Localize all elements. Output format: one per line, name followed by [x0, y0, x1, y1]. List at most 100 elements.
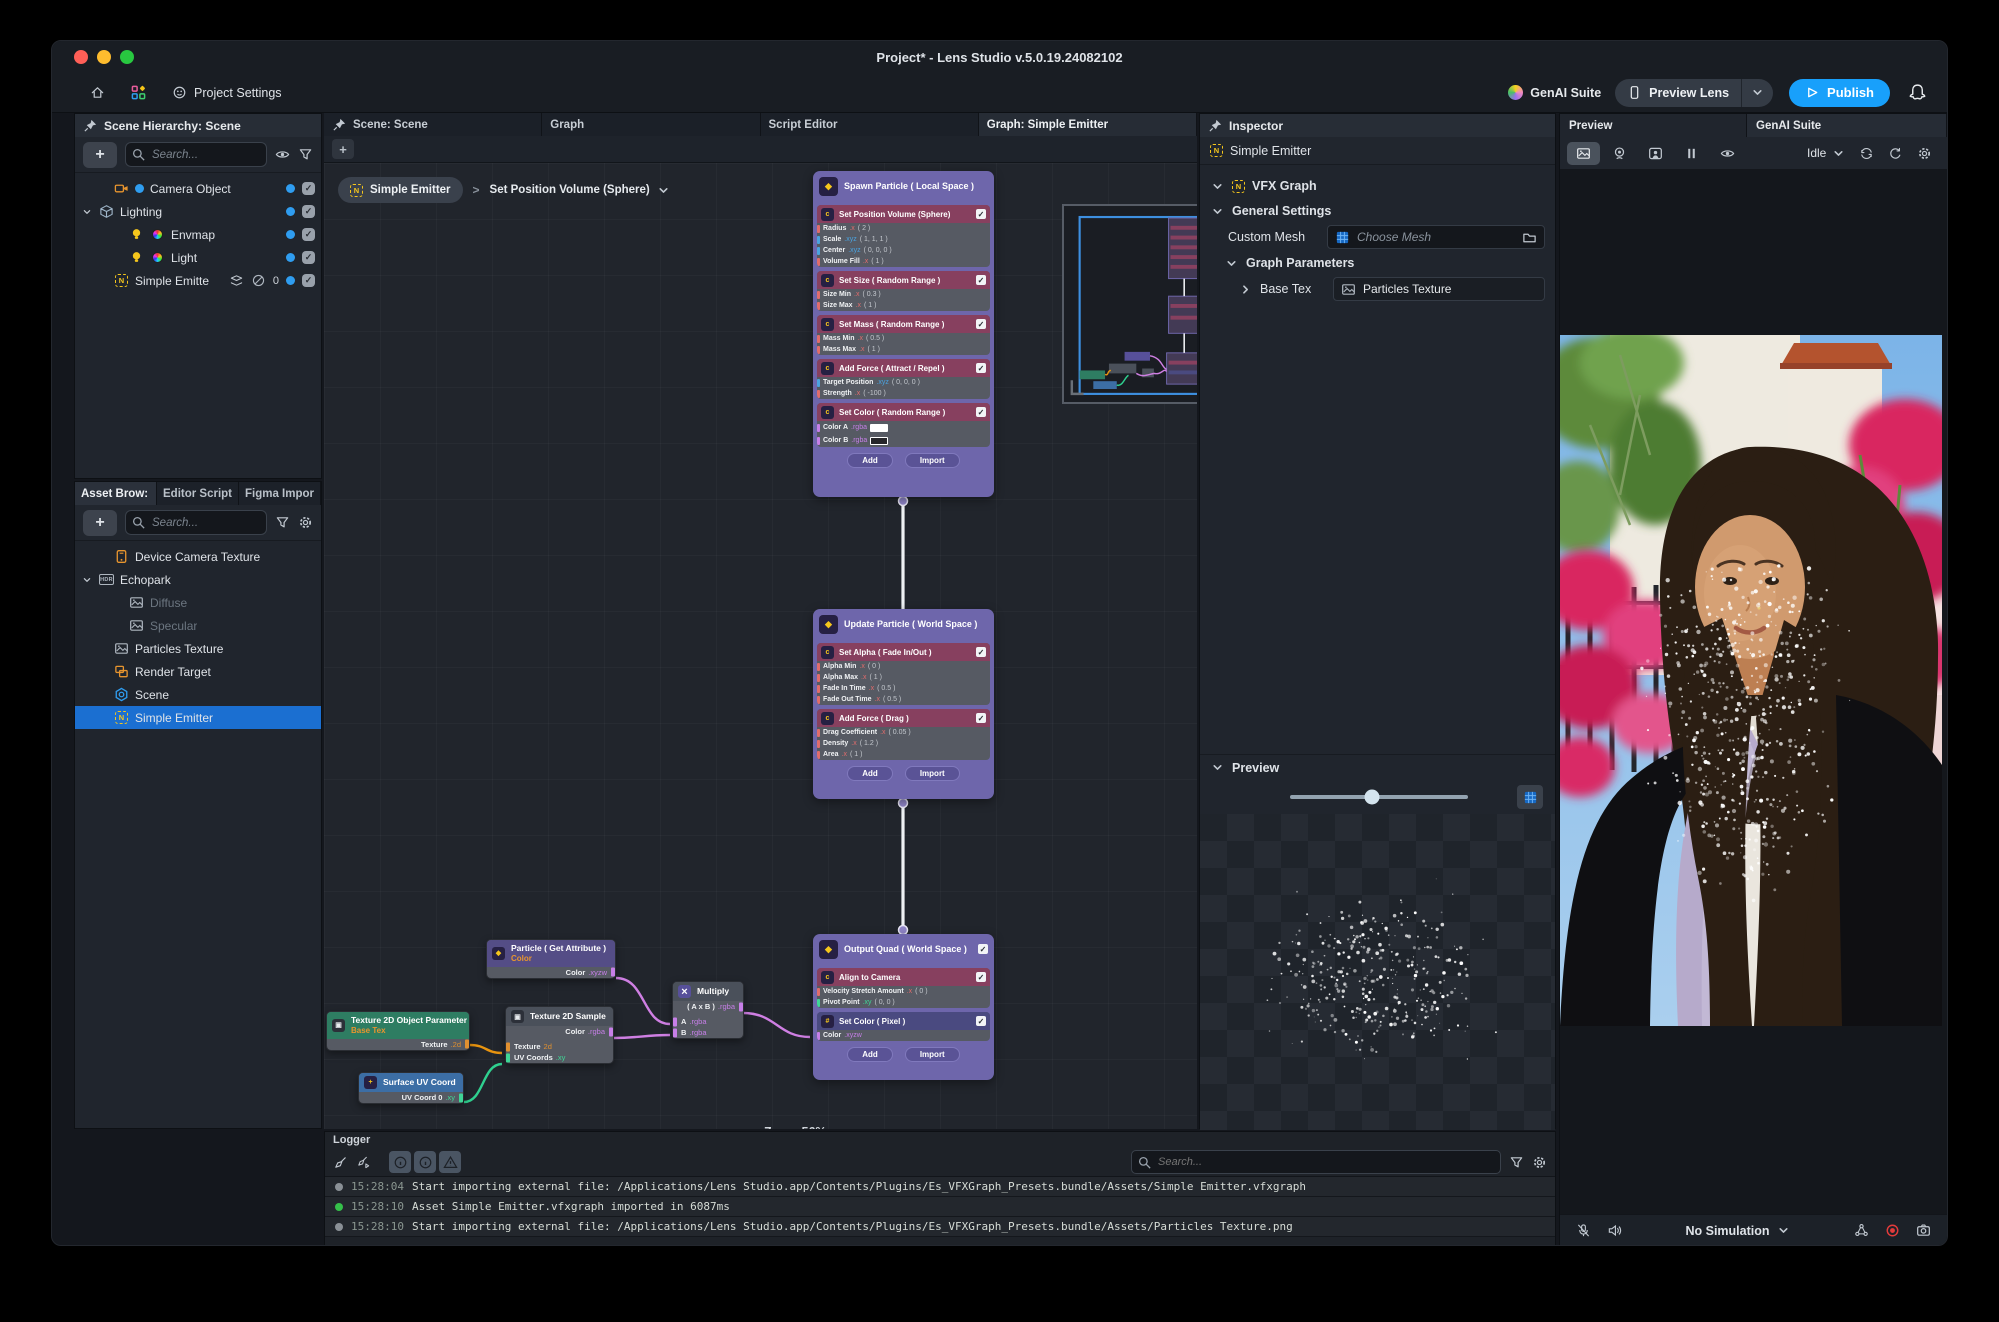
settings-gear-icon[interactable] [1532, 1155, 1547, 1170]
color-swatch[interactable] [870, 424, 888, 432]
settings-gear-icon[interactable] [298, 515, 313, 530]
port-row-texture[interactable]: Texture.2d [327, 1039, 469, 1050]
port-rgba[interactable] [609, 1027, 613, 1036]
enabled-checkbox[interactable]: ✓ [976, 972, 986, 982]
error-filter-button[interactable] [414, 1151, 436, 1173]
module-header[interactable]: cSet Mass ( Random Range )✓ [817, 315, 990, 333]
port-rgba[interactable] [817, 424, 820, 432]
speaker-icon[interactable] [1607, 1223, 1622, 1238]
person-mode-button[interactable] [1639, 142, 1672, 165]
node-row-velocity-stretch-amount[interactable]: Velocity Stretch Amount.x( 0 ) [817, 986, 990, 997]
visibility-toggle[interactable] [286, 230, 295, 239]
port-update-out[interactable] [899, 799, 908, 808]
chevron-down-icon[interactable] [81, 574, 93, 586]
hierarchy-item-lighting[interactable]: Lighting✓ [75, 200, 321, 223]
slider-knob[interactable] [1364, 790, 1379, 805]
clear-on-run-icon[interactable] [356, 1155, 371, 1170]
preview-scrub-slider[interactable] [1290, 795, 1468, 799]
info-filter-button[interactable] [389, 1151, 411, 1173]
module-header[interactable]: cSet Alpha ( Fade In/Out )✓ [817, 643, 990, 661]
home-button[interactable] [84, 81, 111, 104]
tab-figma-impor[interactable]: Figma Impor [239, 482, 321, 505]
port-xy[interactable] [817, 999, 820, 1007]
port-rgba[interactable] [817, 437, 820, 445]
tab-script-editor[interactable]: Script Editor [761, 113, 979, 136]
node-row-color[interactable]: Color.xyzw [817, 1030, 990, 1041]
tab-graph-simple-emitter[interactable]: Graph: Simple Emitter [979, 113, 1197, 136]
hierarchy-search[interactable] [125, 142, 267, 167]
workspace-layout-button[interactable] [125, 81, 152, 104]
import-button[interactable]: Import [905, 766, 960, 781]
log-entry[interactable]: 15:28:10Asset Simple Emitter.vfxgraph im… [325, 1197, 1555, 1217]
tab-asset-brow[interactable]: Asset Brow: [75, 482, 157, 505]
tab-preview[interactable]: Preview [1560, 114, 1747, 137]
node-row-alpha-max[interactable]: Alpha Max.x( 1 ) [817, 672, 990, 683]
asset-item-particles-texture[interactable]: Particles Texture [75, 637, 321, 660]
idle-dropdown[interactable]: Idle [1807, 146, 1846, 161]
snapshot-camera-icon[interactable] [1916, 1223, 1931, 1238]
chevron-down-icon[interactable] [81, 206, 93, 218]
node-row-size-min[interactable]: Size Min.x( 0.3 ) [817, 289, 990, 300]
node-row-mass-min[interactable]: Mass Min.x( 0.5 ) [817, 333, 990, 344]
node-row-volume-fill[interactable]: Volume Fill.x( 1 ) [817, 256, 990, 267]
folder-icon[interactable] [1522, 230, 1537, 245]
node-particle-get[interactable]: ◆Particle ( Get Attribute )ColorColor.xy… [486, 939, 616, 979]
node-row-color-a[interactable]: Color A.rgba [817, 421, 990, 434]
port-row-uv-coords[interactable]: UV Coords.xy [506, 1052, 613, 1063]
tab-graph[interactable]: Graph [542, 113, 760, 136]
breadcrumb-root-button[interactable]: N Simple Emitter [338, 177, 463, 203]
node-row-area[interactable]: Area.x( 1 ) [817, 749, 990, 760]
log-entry[interactable]: 15:28:04Start importing external file: /… [325, 1177, 1555, 1197]
enabled-checkbox[interactable]: ✓ [976, 1016, 986, 1026]
port-xyz[interactable] [817, 236, 820, 244]
node-row-mass-max[interactable]: Mass Max.x( 1 ) [817, 344, 990, 355]
snapshot-mode-button[interactable] [1567, 142, 1600, 165]
pause-button[interactable] [1675, 142, 1708, 165]
add-button[interactable]: Add [847, 1047, 893, 1062]
port-xy[interactable] [506, 1053, 510, 1062]
log-entry[interactable]: 15:28:10Start importing external file: /… [325, 1217, 1555, 1237]
enabled-checkbox[interactable]: ✓ [976, 647, 986, 657]
pin-icon[interactable] [83, 118, 98, 133]
asset-item-scene[interactable]: Scene [75, 683, 321, 706]
port-xyzw[interactable] [817, 1032, 820, 1040]
hierarchy-item-light[interactable]: Light✓ [75, 246, 321, 269]
tab-genai-suite[interactable]: GenAI Suite [1747, 114, 1947, 137]
filter-icon[interactable] [275, 515, 290, 530]
particle-preview-viewport[interactable] [1200, 814, 1555, 1130]
node-row-fade-out-time[interactable]: Fade Out Time.x( 0.5 ) [817, 694, 990, 705]
node-row-color-b[interactable]: Color B.rgba [817, 434, 990, 447]
node-header[interactable]: ◆Particle ( Get Attribute )Color [487, 940, 615, 967]
hierarchy-item-simple-emitte[interactable]: NSimple Emitte0✓ [75, 269, 321, 292]
node-stack-output[interactable]: ◆Output Quad ( World Space )✓cAlign to C… [813, 934, 994, 1080]
asset-item-diffuse[interactable]: Diffuse [75, 591, 321, 614]
enabled-checkbox[interactable]: ✓ [302, 182, 315, 195]
hierarchy-item-camera-object[interactable]: Camera Object✓ [75, 177, 321, 200]
node-row-size-max[interactable]: Size Max.x( 1 ) [817, 300, 990, 311]
port-2d[interactable] [506, 1042, 510, 1051]
general-settings-section[interactable]: General Settings [1200, 199, 1555, 223]
port-xyz[interactable] [817, 379, 820, 387]
webcam-mode-button[interactable] [1603, 142, 1636, 165]
port-x[interactable] [817, 258, 820, 266]
port-row-color[interactable]: Color.xyzw [487, 967, 615, 978]
preview-lens-button[interactable]: Preview Lens [1615, 79, 1773, 107]
node-row-center[interactable]: Center.xyz( 0, 0, 0 ) [817, 245, 990, 256]
log-search-input[interactable] [1131, 1150, 1501, 1174]
module-header[interactable]: cAdd Force ( Attract / Repel )✓ [817, 359, 990, 377]
port-x[interactable] [817, 302, 820, 310]
asset-search[interactable] [125, 510, 267, 535]
base-tex-field[interactable]: Particles Texture [1333, 277, 1545, 301]
port-x[interactable] [817, 663, 820, 671]
port-x[interactable] [817, 988, 820, 996]
visibility-toggle[interactable] [286, 184, 295, 193]
port-xy[interactable] [459, 1093, 463, 1102]
share-icon[interactable] [1854, 1223, 1869, 1238]
port-xyz[interactable] [817, 247, 820, 255]
port-2d[interactable] [465, 1040, 469, 1049]
node-tex-sample[interactable]: ▣Texture 2D SampleColor.rgbaTexture2dUV … [505, 1006, 614, 1064]
port-row-color[interactable]: Color.rgba [506, 1026, 613, 1037]
clear-log-icon[interactable] [333, 1155, 348, 1170]
visibility-toggle[interactable] [286, 207, 295, 216]
port-row-a-x-b[interactable]: ( A x B ).rgba [673, 1001, 743, 1012]
